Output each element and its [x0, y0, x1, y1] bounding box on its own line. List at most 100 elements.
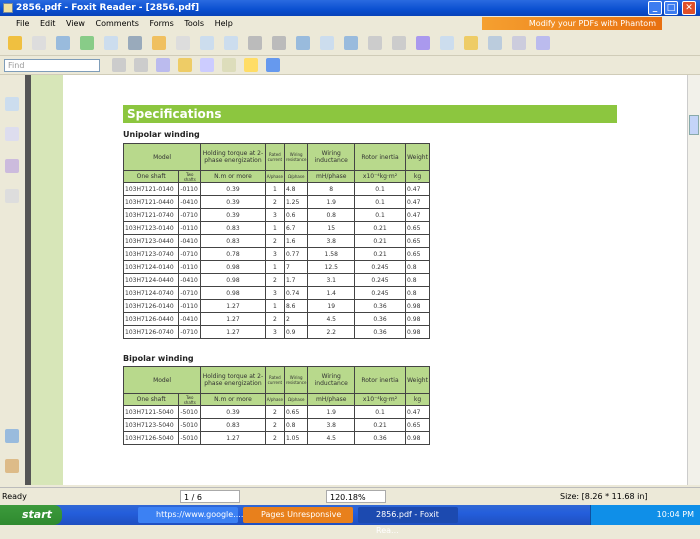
vertical-scrollbar[interactable] — [687, 75, 700, 485]
prev-page-icon[interactable] — [104, 36, 118, 50]
table-cell: 0.21 — [353, 418, 407, 432]
typewriter-icon[interactable] — [512, 36, 526, 50]
table-cell: 0.83 — [200, 418, 266, 432]
table-row: 103H7124-0140 -0110 0.98 1 7 12.5 0.245 0.8 — [122, 260, 430, 274]
back-icon[interactable] — [152, 36, 166, 50]
save-icon[interactable] — [32, 36, 46, 50]
find-input[interactable]: Find — [4, 59, 100, 72]
fit-width-icon[interactable] — [344, 36, 358, 50]
unit-cell: x10⁻⁴kg·m² — [353, 393, 407, 406]
textbox-icon[interactable] — [222, 58, 236, 72]
next-page-icon[interactable] — [128, 36, 142, 50]
table-cell: 4.5 — [307, 431, 355, 445]
table-cell: -0410 — [178, 312, 202, 326]
zoom-plus-icon[interactable] — [392, 36, 406, 50]
table-cell: 103H7126-0740 — [122, 325, 180, 339]
menu-help[interactable]: Help — [215, 19, 233, 28]
note-icon[interactable] — [156, 58, 170, 72]
open-icon[interactable] — [8, 36, 22, 50]
phantom-banner[interactable]: Modify your PDFs with Phantom — [482, 17, 662, 30]
pages-icon[interactable] — [5, 127, 19, 141]
table-cell: -0710 — [178, 325, 202, 339]
table-cell: 103H7121-0740 — [122, 208, 180, 222]
print-icon[interactable] — [56, 36, 70, 50]
unit-cell: Ω/phase — [283, 170, 309, 183]
table-row: 103H7126-5040 -5010 1.27 2 1.05 4.5 0.36 0.98 — [122, 431, 430, 445]
annotations-icon[interactable] — [5, 159, 19, 173]
find-next-icon[interactable] — [134, 58, 148, 72]
table-cell: 0.65 — [283, 405, 309, 419]
menu-forms[interactable]: Forms — [149, 19, 173, 28]
extract-icon[interactable] — [200, 36, 214, 50]
table-row: 103H7121-0140 -0110 0.39 1 4.8 8 0.1 0.47 — [122, 182, 430, 196]
col-header: Holding torque at 2-phase energization — [200, 143, 266, 171]
clock: 10:04 PM — [656, 510, 694, 519]
task-chrome[interactable]: https://www.google.... — [138, 507, 243, 523]
col-header: Wiring inductance — [307, 366, 355, 394]
table-cell: 0.245 — [353, 260, 407, 274]
arrow-icon[interactable] — [266, 58, 280, 72]
close-button[interactable]: ✕ — [682, 1, 696, 15]
task-pages-unresponsive[interactable]: Pages Unresponsive — [243, 507, 353, 523]
table-row: 103H7121-0440 -0410 0.39 2 1.25 1.9 0.1 0.47 — [122, 195, 430, 209]
table-cell: 0.8 — [405, 286, 430, 300]
col-header: Wiring inductance — [307, 143, 355, 171]
maximize-button[interactable]: □ — [664, 1, 678, 15]
redo-icon[interactable] — [272, 36, 286, 50]
table-cell: 103H7126-0440 — [122, 312, 180, 326]
bipolar-table: Model Holding torque at 2-phase energizat… — [122, 366, 430, 445]
table-cell: 0.36 — [353, 325, 407, 339]
col-header: Weight — [405, 143, 430, 171]
menu-bar: File Edit View Comments Forms Tools Help… — [0, 16, 700, 31]
unit-cell: Two shafts — [178, 170, 202, 183]
start-button[interactable]: start — [0, 505, 62, 525]
find-prev-icon[interactable] — [112, 58, 126, 72]
find-icon[interactable] — [488, 36, 502, 50]
bookmarks-icon[interactable] — [5, 97, 19, 111]
menu-file[interactable]: File — [16, 19, 29, 28]
col-header: Rotor inertia — [353, 143, 407, 171]
pdf-page: Specifications Unipolar winding Model Hol… — [31, 75, 687, 485]
unit-cell: Ω/phase — [283, 393, 309, 406]
col-header: Rated current — [264, 143, 285, 171]
scroll-thumb[interactable] — [689, 115, 699, 135]
task-foxit[interactable]: 2856.pdf - Foxit Rea... — [358, 507, 458, 535]
table-cell: 103H7123-5040 — [122, 418, 180, 432]
table-cell: 0.39 — [200, 208, 266, 222]
select-text-icon[interactable] — [440, 36, 454, 50]
pencil-icon[interactable] — [200, 58, 214, 72]
unit-cell: N.m or more — [200, 170, 266, 183]
hand-icon[interactable] — [416, 36, 430, 50]
zoom-out-icon[interactable] — [368, 36, 382, 50]
unipolar-table: Model Holding torque at 2-phase energizat… — [122, 143, 430, 339]
menu-tools[interactable]: Tools — [184, 19, 204, 28]
table-cell: 12.5 — [307, 260, 355, 274]
forward-icon[interactable] — [176, 36, 190, 50]
minimize-button[interactable]: _ — [648, 1, 662, 15]
table-cell: 103H7123-0140 — [122, 221, 180, 235]
snapshot-icon[interactable] — [536, 36, 550, 50]
comment-icon[interactable] — [244, 58, 258, 72]
menu-edit[interactable]: Edit — [40, 19, 56, 28]
undo-icon[interactable] — [248, 36, 262, 50]
table-cell: -0410 — [178, 273, 202, 287]
menu-view[interactable]: View — [66, 19, 85, 28]
taskbar: start https://www.google.... Pages Unres… — [0, 505, 700, 535]
attachments-icon[interactable] — [5, 429, 19, 443]
zoom-input[interactable]: 120.18% — [326, 490, 386, 503]
table-cell: 0.83 — [200, 234, 266, 248]
insert-icon[interactable] — [224, 36, 238, 50]
layers-icon[interactable] — [5, 189, 19, 203]
fit-page-icon[interactable] — [320, 36, 334, 50]
bipolar-title: Bipolar winding — [123, 354, 194, 363]
table-cell: 103H7124-0140 — [122, 260, 180, 274]
menu-comments[interactable]: Comments — [96, 19, 139, 28]
table-row: 103H7124-0740 -0710 0.98 3 0.74 1.4 0.245 0.8 — [122, 286, 430, 300]
highlight-icon[interactable] — [178, 58, 192, 72]
paperclip-icon[interactable] — [5, 459, 19, 473]
pointer-icon[interactable] — [464, 36, 478, 50]
zoom-in-icon[interactable] — [296, 36, 310, 50]
page-number-input[interactable]: 1 / 6 — [180, 490, 240, 503]
email-icon[interactable] — [80, 36, 94, 50]
unit-cell: One shaft — [122, 393, 180, 406]
